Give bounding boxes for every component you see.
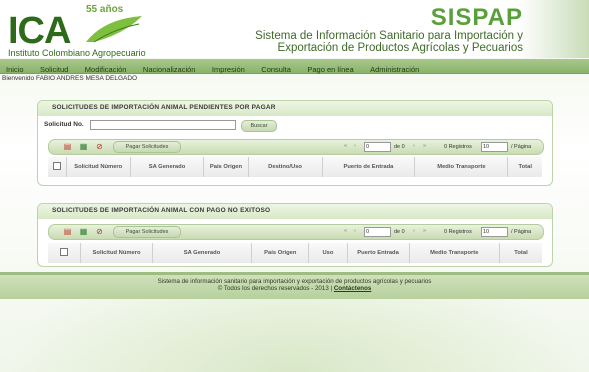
first-page-icon[interactable]: « (344, 143, 347, 149)
record-count: 0 Registros (444, 144, 472, 150)
select-all-checkbox[interactable] (48, 157, 67, 177)
col-medio-transporte: Medio Transporte (409, 243, 500, 263)
search-label: Solicitud No. (44, 121, 84, 128)
record-count: 0 Registros (444, 229, 472, 235)
menu-item-impresion[interactable]: Impresión (206, 62, 251, 77)
app-subtitle-line2: Exportación de Productos Agrícolas y Pec… (277, 42, 523, 54)
pdf-icon[interactable]: ▤ (63, 142, 72, 151)
pdf-icon[interactable]: ▤ (63, 227, 72, 236)
failed-table: Solicitud Número SA Generado País Origen… (48, 243, 542, 263)
select-all-checkbox[interactable] (48, 243, 82, 263)
last-page-icon[interactable]: » (423, 143, 426, 149)
contact-link[interactable]: Contáctenos (334, 285, 371, 292)
search-input[interactable] (90, 120, 236, 130)
toolbar: ▤ ▦ ⊘ Pagar Solicitudes « ‹ 0 de 0 › » 0… (48, 224, 544, 240)
leaf-icon (86, 16, 142, 43)
logo-text: ICA (8, 10, 71, 52)
menu-item-pago-en-linea[interactable]: Pago en línea (301, 62, 359, 77)
col-puerto-entrada: Puerto Entrada (347, 243, 410, 263)
header: ICA 55 años Instituto Colombiano Agropec… (0, 0, 589, 58)
logo-org: Instituto Colombiano Agropecuario (8, 48, 146, 58)
page-size-input[interactable]: 10 (481, 227, 508, 237)
col-destino-uso: Destino/Uso (248, 157, 323, 177)
app-name: SISPAP (430, 4, 523, 31)
excel-icon[interactable]: ▦ (79, 142, 88, 151)
next-page-icon[interactable]: › (413, 143, 415, 149)
excel-icon[interactable]: ▦ (79, 227, 88, 236)
background-decoration (0, 252, 589, 372)
per-page-label: / Página (511, 229, 532, 235)
footer: Sistema de información sanitario para im… (0, 275, 589, 299)
menu-item-nacionalizacion[interactable]: Nacionalización (137, 62, 202, 77)
per-page-label: / Página (511, 144, 532, 150)
cancel-icon[interactable]: ⊘ (95, 142, 104, 151)
page-input[interactable]: 0 (364, 142, 391, 152)
prev-page-icon[interactable]: ‹ (354, 228, 356, 234)
col-total: Total (499, 243, 542, 263)
cancel-icon[interactable]: ⊘ (95, 227, 104, 236)
panel-title: SOLICITUDES DE IMPORTACIÓN ANIMAL CON PA… (38, 204, 552, 219)
col-medio-transporte: Medio Transporte (414, 157, 509, 177)
col-sa-generado: SA Generado (130, 157, 205, 177)
col-total: Total (507, 157, 542, 177)
failed-payment-panel: SOLICITUDES DE IMPORTACIÓN ANIMAL CON PA… (37, 203, 553, 267)
page-of: de 0 (394, 144, 405, 150)
col-uso: Uso (308, 243, 348, 263)
toolbar: ▤ ▦ ⊘ Pagar Solicitudes « ‹ 0 de 0 › » 0… (48, 139, 544, 155)
page-of: de 0 (394, 229, 405, 235)
col-solicitud-numero: Solicitud Número (66, 157, 131, 177)
pending-payment-panel: SOLICITUDES DE IMPORTACIÓN ANIMAL PENDIE… (37, 100, 553, 186)
app-subtitle-line1: Sistema de Información Sanitario para Im… (255, 30, 523, 42)
menu-item-administracion[interactable]: Administración (364, 62, 425, 77)
welcome-message: Bienvenido FABIO ANDRES MESA DELGADO (2, 75, 138, 82)
pay-requests-button[interactable]: Pagar Solicitudes (113, 141, 181, 153)
search-button[interactable]: Buscar (241, 120, 277, 132)
col-solicitud-numero: Solicitud Número (80, 243, 153, 263)
col-pais-origen: País Origen (251, 243, 310, 263)
header-gradient (519, 0, 589, 58)
pending-table: Solicitud Número SA Generado País Origen… (48, 157, 542, 177)
col-sa-generado: SA Generado (152, 243, 253, 263)
footer-copyright: © Todos los derechos reservados - 2013 |… (0, 285, 589, 292)
last-page-icon[interactable]: » (423, 228, 426, 234)
footer-description: Sistema de información sanitario para im… (157, 278, 432, 285)
pay-requests-button[interactable]: Pagar Solicitudes (113, 226, 181, 238)
page-size-input[interactable]: 10 (481, 142, 508, 152)
main-menu: Inicio Solicitud Modificación Nacionaliz… (0, 59, 589, 74)
col-puerto-entrada: Puerto de Entrada (322, 157, 416, 177)
ica-logo: ICA 55 años Instituto Colombiano Agropec… (6, 4, 146, 58)
first-page-icon[interactable]: « (344, 228, 347, 234)
prev-page-icon[interactable]: ‹ (354, 143, 356, 149)
next-page-icon[interactable]: › (413, 228, 415, 234)
menu-item-consulta[interactable]: Consulta (255, 62, 297, 77)
app-subtitle: Sistema de Información Sanitario para Im… (223, 30, 523, 54)
panel-title: SOLICITUDES DE IMPORTACIÓN ANIMAL PENDIE… (38, 101, 552, 116)
table-header-row: Solicitud Número SA Generado País Origen… (48, 243, 542, 263)
col-pais-origen: País Origen (203, 157, 249, 177)
table-header-row: Solicitud Número SA Generado País Origen… (48, 157, 542, 177)
page-input[interactable]: 0 (364, 227, 391, 237)
copyright-text: © Todos los derechos reservados - 2013 | (217, 285, 333, 292)
